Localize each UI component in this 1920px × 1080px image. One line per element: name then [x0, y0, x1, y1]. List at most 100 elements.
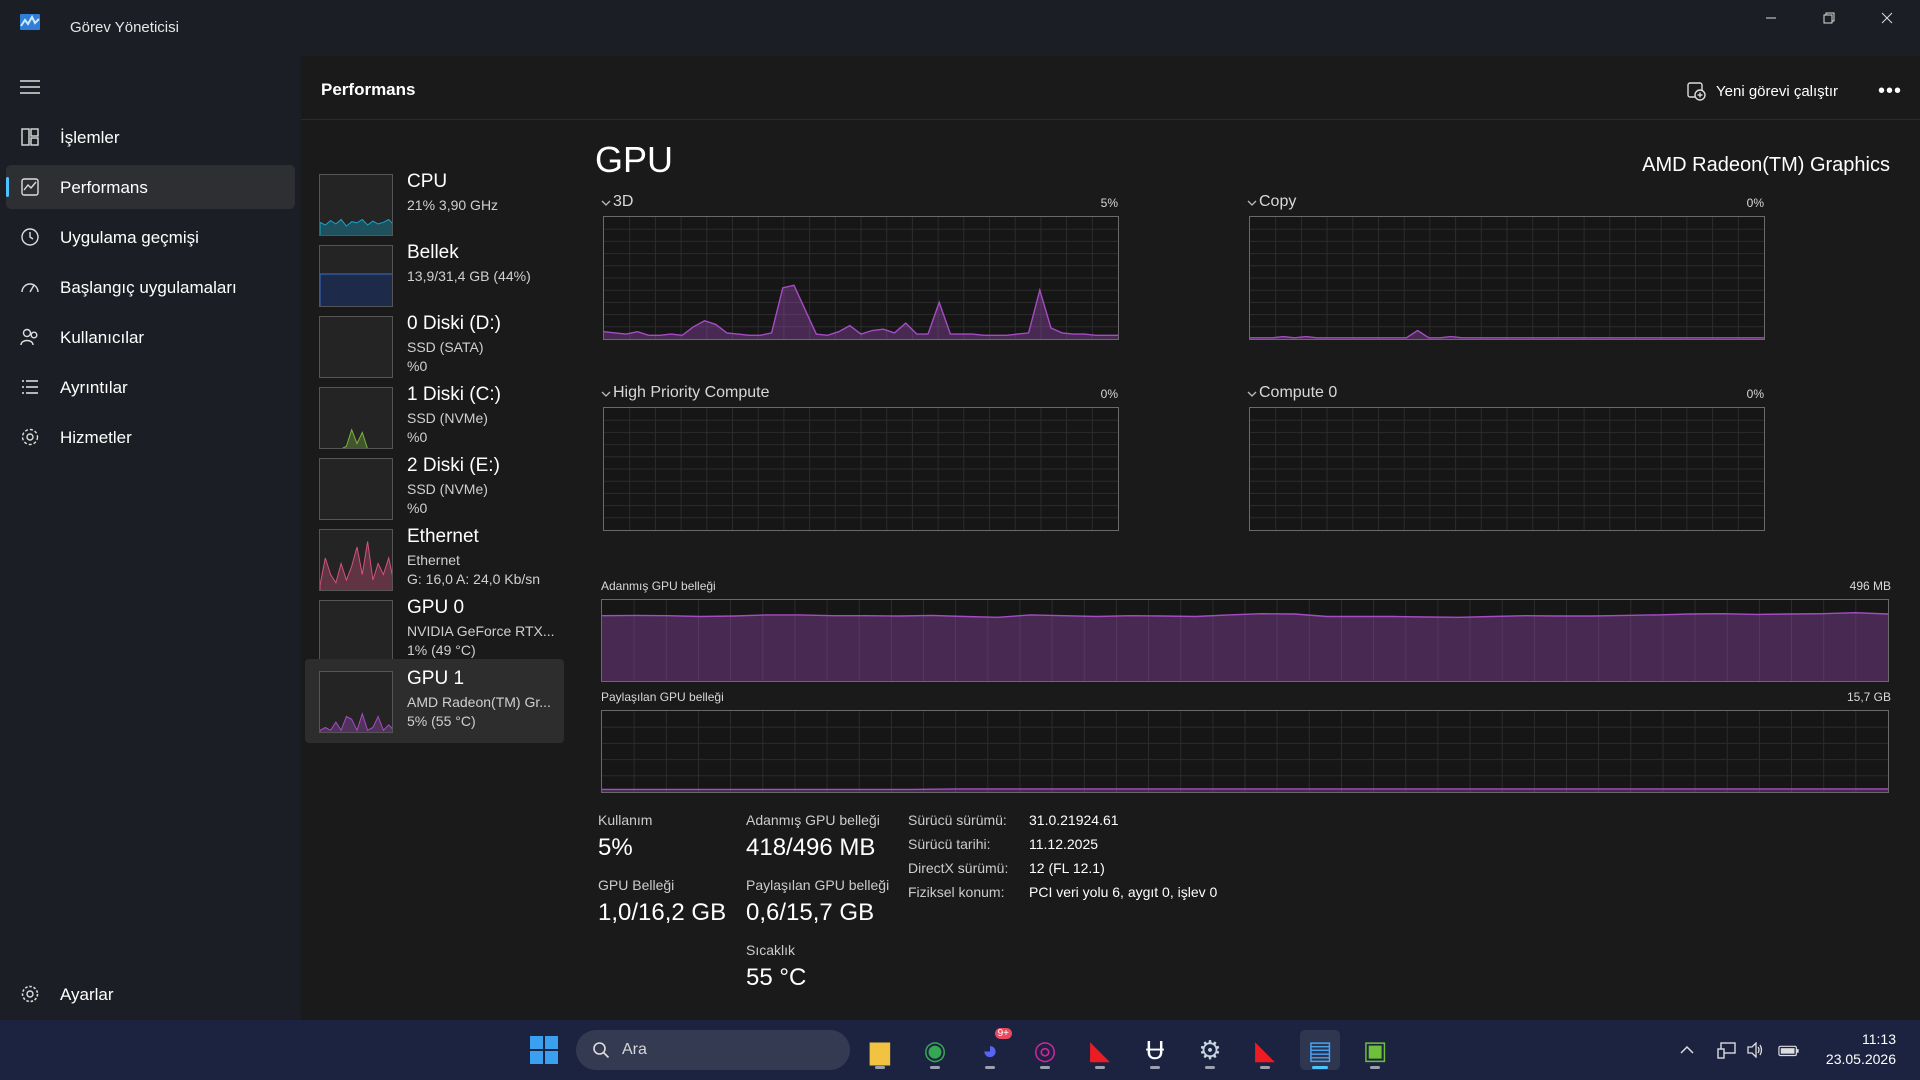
speaker-icon: [1747, 1042, 1763, 1058]
taskbar-app-discord[interactable]: ◕ 9+: [970, 1028, 1012, 1070]
engine-label-compute-0[interactable]: Compute 0: [1259, 384, 1337, 402]
taskbar-app-unreal-engine[interactable]: Ʉ: [1135, 1030, 1175, 1070]
device-detail-2: %0: [407, 500, 428, 516]
close-icon: [1881, 12, 1893, 24]
device-detail-2: %0: [407, 429, 428, 445]
volume-button[interactable]: [1744, 1040, 1766, 1060]
more-options-button[interactable]: •••: [1873, 76, 1907, 106]
task-manager-icon: ▤: [1307, 1034, 1333, 1065]
nav-item-settings[interactable]: Ayarlar: [6, 972, 295, 1016]
shared-memory-max: 15,7 GB: [1846, 690, 1891, 704]
device-detail-1: SSD (SATA): [407, 339, 484, 355]
app-title: Görev Yöneticisi: [70, 19, 179, 36]
running-indicator: [1260, 1066, 1270, 1069]
device-name: GPU 1: [407, 668, 465, 689]
running-indicator: [1095, 1066, 1105, 1069]
driver-date-label: Sürücü tarihi:: [908, 836, 991, 852]
nav-item-services[interactable]: Hizmetler: [6, 415, 295, 459]
device-name: 1 Diski (C:): [407, 384, 501, 405]
amd-adrenalin-icon: ◣: [1255, 1034, 1275, 1065]
series-line: [602, 788, 1888, 791]
chrome-icon: ◉: [923, 1034, 947, 1065]
chevron-down-icon[interactable]: [601, 199, 611, 207]
clock-time[interactable]: 11:13: [1862, 1031, 1896, 1047]
device-name: Bellek: [407, 242, 459, 263]
nav-item-startup-apps[interactable]: Başlangıç uygulamaları: [6, 265, 295, 309]
chevron-down-icon[interactable]: [1247, 390, 1257, 398]
running-indicator: [1370, 1066, 1380, 1069]
thumbnail-line: [320, 712, 392, 732]
amd-software-icon: ◣: [1090, 1034, 1110, 1065]
history-icon: [21, 228, 39, 246]
running-indicator: [985, 1066, 995, 1069]
show-hidden-icons-button[interactable]: [1676, 1040, 1698, 1060]
taskbar-app-amd-software[interactable]: ◣: [1080, 1030, 1120, 1070]
dedicated-memory-max: 496 MB: [1849, 579, 1891, 593]
discord-icon: ◕: [982, 1034, 998, 1065]
running-indicator: [1150, 1066, 1160, 1069]
directx-version-label: DirectX sürümü:: [908, 860, 1009, 876]
nav-item-label: Kullanıcılar: [60, 328, 145, 347]
nav-item-users[interactable]: Kullanıcılar: [6, 315, 295, 359]
nav-item-label: Uygulama geçmişi: [60, 228, 199, 247]
start-button[interactable]: [524, 1030, 564, 1070]
gpu-z-icon: ▣: [1362, 1034, 1388, 1065]
taskbar-app-amd-adrenalin[interactable]: ◣: [1245, 1030, 1285, 1070]
area-chart-svg: [602, 600, 1888, 681]
hamburger-menu-icon[interactable]: [20, 80, 40, 94]
clock-date[interactable]: 23.05.2026: [1826, 1051, 1896, 1067]
running-indicator: [930, 1066, 940, 1069]
engine-percent-compute-0: 0%: [1746, 387, 1764, 401]
device-thumbnail: [319, 387, 393, 449]
taskbar-app-instagram[interactable]: ◎: [1025, 1030, 1065, 1070]
device-detail-1: NVIDIA GeForce RTX...: [407, 623, 555, 639]
shared-stat-value: 0,6/15,7 GB: [746, 899, 875, 926]
device-name: Ethernet: [407, 526, 479, 547]
temperature-label: Sıcaklık: [746, 942, 796, 958]
nav-item-details[interactable]: Ayrıntılar: [6, 365, 295, 409]
nav-item-processes[interactable]: İşlemler: [6, 115, 295, 159]
device-detail-2: %0: [407, 358, 428, 374]
file-explorer-icon: ▆: [870, 1034, 890, 1065]
close-button[interactable]: [1858, 0, 1916, 36]
battery-button[interactable]: [1778, 1040, 1800, 1060]
device-detail-2: 5% (55 °C): [407, 713, 476, 729]
temperature-value: 55 °C: [746, 964, 807, 991]
run-new-task-button[interactable]: Yeni görevi çalıştır: [1686, 76, 1838, 106]
details-icon: [22, 380, 38, 394]
taskbar-app-task-manager[interactable]: ▤: [1300, 1030, 1340, 1070]
chevron-down-icon[interactable]: [1247, 199, 1257, 207]
device-detail-2: G: 16,0 A: 24,0 Kb/sn: [407, 571, 541, 587]
device-item-gpu-1[interactable]: GPU 1 AMD Radeon(TM) Gr... 5% (55 °C): [305, 659, 564, 743]
nav-item-app-history[interactable]: Uygulama geçmişi: [6, 215, 295, 259]
run-task-icon: [1687, 82, 1706, 101]
area-chart-svg: [1250, 408, 1764, 530]
restore-button[interactable]: [1800, 0, 1858, 36]
network-button[interactable]: [1716, 1040, 1738, 1060]
taskbar-app-steam[interactable]: ⚙: [1190, 1030, 1230, 1070]
taskbar-app-gpu-z[interactable]: ▣: [1355, 1030, 1395, 1070]
chevron-down-icon[interactable]: [601, 390, 611, 398]
area-chart-svg: [602, 711, 1888, 792]
page-title: Performans: [321, 80, 416, 99]
engine-label-3d[interactable]: 3D: [613, 193, 633, 211]
thumbnail-graph: [320, 459, 393, 520]
nav-item-label: Ayarlar: [60, 985, 114, 1004]
engine-chart-compute-0: [1249, 407, 1765, 531]
taskbar: ▆ ◉ ◕ 9+ ◎ ◣ Ʉ ⚙ ◣ ▤ ▣: [0, 1020, 1920, 1080]
engine-label-high-priority-compute[interactable]: High Priority Compute: [613, 384, 770, 402]
minimize-button[interactable]: [1742, 0, 1800, 36]
taskbar-app-file-explorer[interactable]: ▆: [860, 1030, 900, 1070]
more-icon: •••: [1877, 79, 1902, 102]
engine-label-copy[interactable]: Copy: [1259, 193, 1296, 211]
taskbar-app-chrome[interactable]: ◉: [915, 1030, 955, 1070]
chevron-up-icon: [1680, 1045, 1694, 1054]
performance-icon: [21, 178, 39, 196]
nav-item-performance[interactable]: Performans: [6, 165, 295, 209]
nav-item-label: Hizmetler: [60, 428, 132, 447]
steam-icon: ⚙: [1198, 1034, 1222, 1065]
taskbar-search-box[interactable]: Ara: [576, 1030, 850, 1070]
device-thumbnail: [319, 529, 393, 591]
search-placeholder: Ara: [622, 1041, 647, 1058]
thumbnail-graph: [320, 712, 392, 732]
